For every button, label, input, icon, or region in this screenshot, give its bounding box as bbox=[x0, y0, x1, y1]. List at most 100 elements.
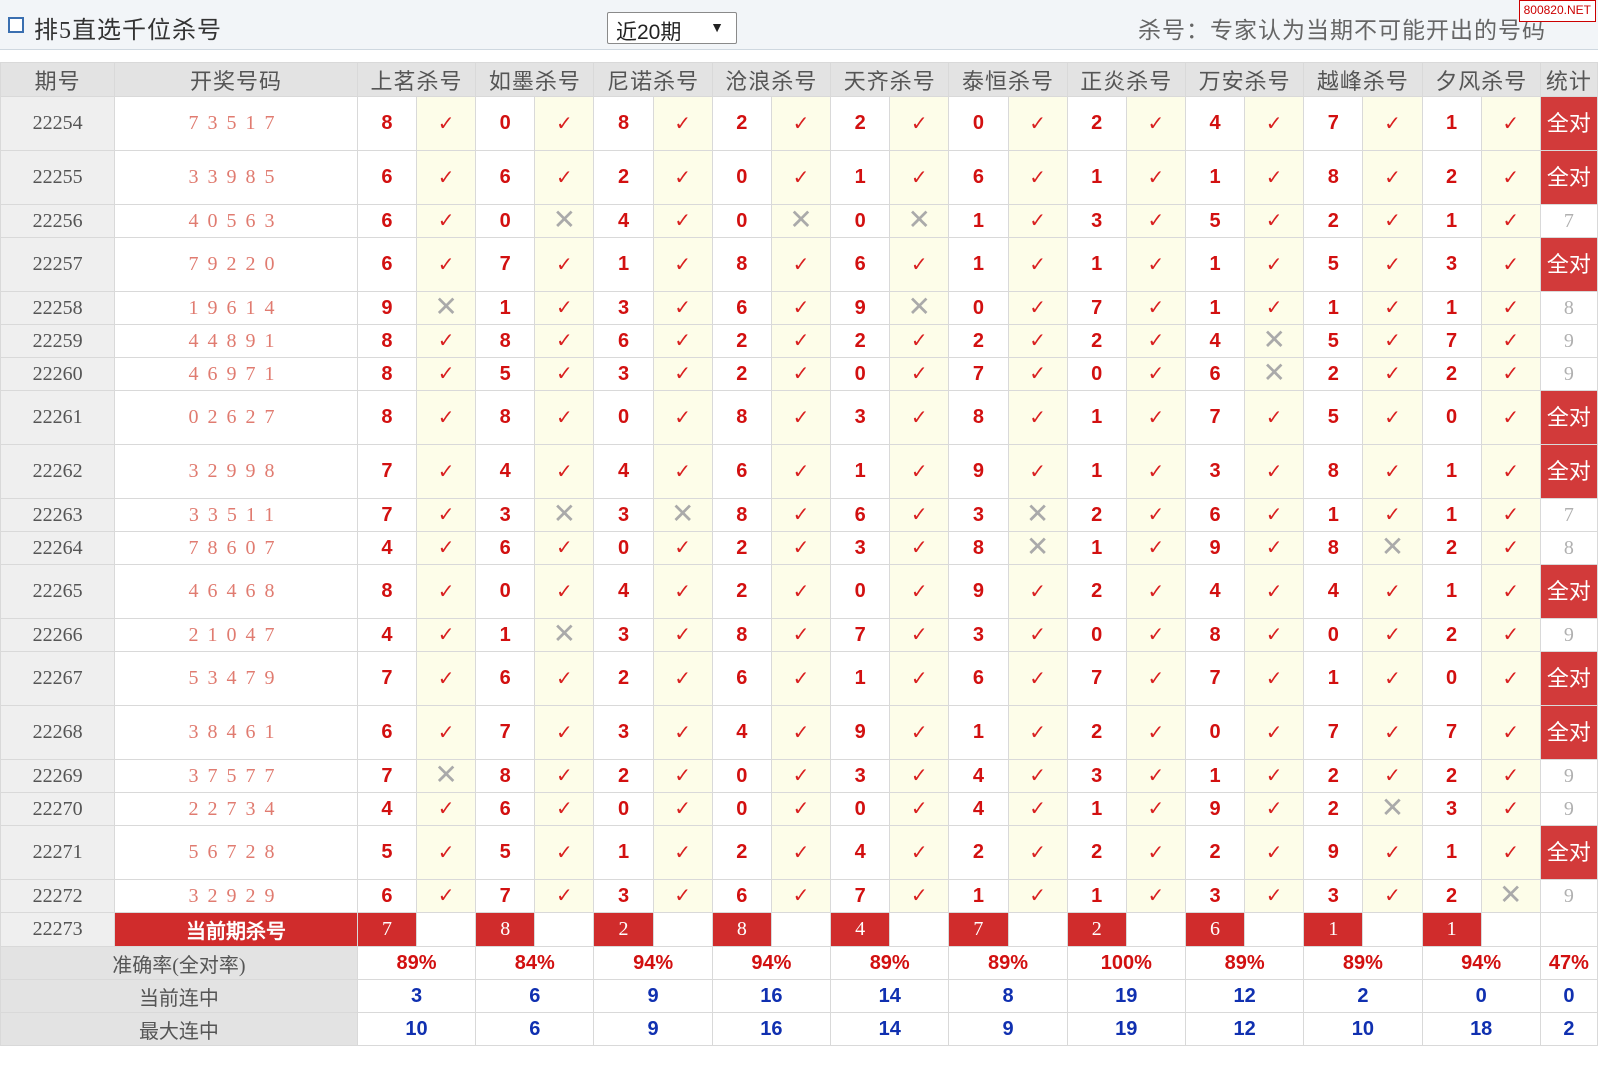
check-icon: ✓ bbox=[1125, 444, 1186, 499]
kill-number: 1 bbox=[475, 291, 536, 325]
cross-icon: ✕ bbox=[1362, 792, 1423, 826]
check-icon: ✓ bbox=[889, 825, 950, 880]
current-kill-number: 2 bbox=[593, 912, 654, 947]
kill-number: 2 bbox=[1303, 357, 1364, 391]
kill-number: 0 bbox=[711, 792, 772, 826]
kill-number: 0 bbox=[948, 291, 1009, 325]
kill-number: 3 bbox=[593, 879, 654, 913]
check-icon: ✓ bbox=[1480, 531, 1541, 565]
current-streak-row-value: 19 bbox=[1066, 979, 1186, 1013]
kill-number: 0 bbox=[711, 150, 772, 205]
check-icon: ✓ bbox=[534, 444, 595, 499]
kill-number: 0 bbox=[1066, 357, 1127, 391]
check-icon: ✓ bbox=[652, 237, 713, 292]
check-icon: ✓ bbox=[652, 825, 713, 880]
stat-all-correct-badge: 全对 bbox=[1539, 444, 1598, 499]
kill-number: 7 bbox=[1066, 291, 1127, 325]
draw-number: 38461 bbox=[114, 705, 358, 760]
kill-number: 0 bbox=[475, 204, 536, 238]
table-row: 22266 21047 4 ✓ 1 ✕ 3 ✓ 8 ✓ 7 ✓ 3 ✓ 0 ✓ 8 ✓ 0 ✓ 2 ✓ 9 bbox=[0, 618, 1598, 652]
check-icon: ✓ bbox=[770, 390, 832, 445]
check-icon: ✓ bbox=[1007, 444, 1068, 499]
check-icon: ✓ bbox=[770, 531, 832, 565]
col-header-expert: 如墨杀号 bbox=[475, 62, 595, 97]
current-streak-row-value: 12 bbox=[1184, 979, 1305, 1013]
kill-number: 1 bbox=[475, 618, 536, 652]
check-icon: ✓ bbox=[889, 237, 950, 292]
kill-number: 0 bbox=[1066, 618, 1127, 652]
table-row: 22260 46971 8 ✓ 5 ✓ 3 ✓ 2 ✓ 0 ✓ 7 ✓ 0 ✓ 6 ✕ 2 ✓ 2 ✓ 9 bbox=[0, 357, 1598, 391]
draw-number: 21047 bbox=[114, 618, 358, 652]
accuracy-row-value: 94% bbox=[711, 946, 832, 980]
check-icon: ✓ bbox=[1244, 705, 1305, 760]
kill-number: 8 bbox=[475, 324, 536, 358]
kill-number: 0 bbox=[593, 792, 654, 826]
check-icon: ✓ bbox=[1007, 291, 1068, 325]
max-streak-row-value: 19 bbox=[1066, 1012, 1186, 1046]
table-body: 22254 73517 8 ✓ 0 ✓ 8 ✓ 2 ✓ 2 ✓ 0 ✓ 2 ✓ 4 ✓ 7 ✓ 1 ✓ 全对 22255 339… bbox=[0, 96, 1598, 1046]
kill-number: 4 bbox=[711, 705, 772, 760]
period-select[interactable]: 近20期 ▼ bbox=[607, 12, 737, 44]
check-icon: ✓ bbox=[652, 444, 713, 499]
check-icon: ✓ bbox=[416, 444, 477, 499]
check-icon: ✓ bbox=[534, 150, 595, 205]
draw-number: 33985 bbox=[114, 150, 358, 205]
accuracy-row-value: 89% bbox=[356, 946, 477, 980]
kill-number: 7 bbox=[948, 357, 1009, 391]
checkbox-icon[interactable] bbox=[8, 17, 24, 33]
check-icon: ✓ bbox=[1244, 96, 1305, 151]
kill-number: 3 bbox=[1066, 759, 1127, 793]
issue-number: 22262 bbox=[0, 444, 116, 499]
kill-number: 6 bbox=[475, 651, 536, 706]
kill-number: 6 bbox=[1184, 357, 1246, 391]
kill-number: 2 bbox=[1421, 150, 1482, 205]
check-icon: ✓ bbox=[534, 651, 595, 706]
check-icon: ✓ bbox=[1362, 357, 1423, 391]
check-icon: ✓ bbox=[1007, 390, 1068, 445]
kill-number: 9 bbox=[1303, 825, 1364, 880]
check-icon: ✓ bbox=[652, 564, 713, 619]
kill-number: 1 bbox=[830, 444, 891, 499]
cross-icon: ✕ bbox=[416, 759, 477, 793]
kill-number: 2 bbox=[711, 96, 772, 151]
kill-number: 6 bbox=[356, 150, 418, 205]
check-icon: ✓ bbox=[889, 357, 950, 391]
kill-number: 5 bbox=[356, 825, 418, 880]
kill-number: 6 bbox=[475, 150, 536, 205]
kill-number: 4 bbox=[1184, 324, 1246, 358]
current-streak-row-value: 9 bbox=[593, 979, 713, 1013]
kill-number: 6 bbox=[356, 705, 418, 760]
check-icon: ✓ bbox=[1480, 291, 1541, 325]
stat-all-correct-badge: 全对 bbox=[1539, 825, 1598, 880]
draw-number: 79220 bbox=[114, 237, 358, 292]
kill-number: 1 bbox=[1421, 444, 1482, 499]
max-streak-row-value: 9 bbox=[593, 1012, 713, 1046]
kill-number: 0 bbox=[475, 564, 536, 619]
check-icon: ✓ bbox=[1125, 879, 1186, 913]
kill-number: 2 bbox=[1421, 618, 1482, 652]
check-icon: ✓ bbox=[1244, 651, 1305, 706]
kill-number: 8 bbox=[475, 390, 536, 445]
kill-number: 3 bbox=[1421, 237, 1482, 292]
blank-cell bbox=[1007, 912, 1068, 947]
kill-number: 1 bbox=[1421, 204, 1482, 238]
current-streak-row-value: 8 bbox=[948, 979, 1068, 1013]
kill-number: 9 bbox=[356, 291, 418, 325]
kill-number: 3 bbox=[830, 390, 891, 445]
current-issue-row: 22273 当前期杀号 7 8 2 8 4 7 2 6 1 1 bbox=[0, 912, 1598, 947]
kill-number: 3 bbox=[1421, 792, 1482, 826]
check-icon: ✓ bbox=[889, 564, 950, 619]
check-icon: ✓ bbox=[889, 651, 950, 706]
issue-number: 22260 bbox=[0, 357, 116, 391]
kill-number: 2 bbox=[1066, 564, 1127, 619]
issue-number: 22263 bbox=[0, 498, 116, 532]
kill-number: 0 bbox=[711, 204, 772, 238]
check-icon: ✓ bbox=[1480, 498, 1541, 532]
check-icon: ✓ bbox=[770, 444, 832, 499]
stat-count: 9 bbox=[1539, 618, 1598, 652]
draw-number: 22734 bbox=[114, 792, 358, 826]
check-icon: ✓ bbox=[1244, 291, 1305, 325]
check-icon: ✓ bbox=[416, 564, 477, 619]
kill-number: 4 bbox=[593, 444, 654, 499]
kill-number: 2 bbox=[1421, 879, 1482, 913]
